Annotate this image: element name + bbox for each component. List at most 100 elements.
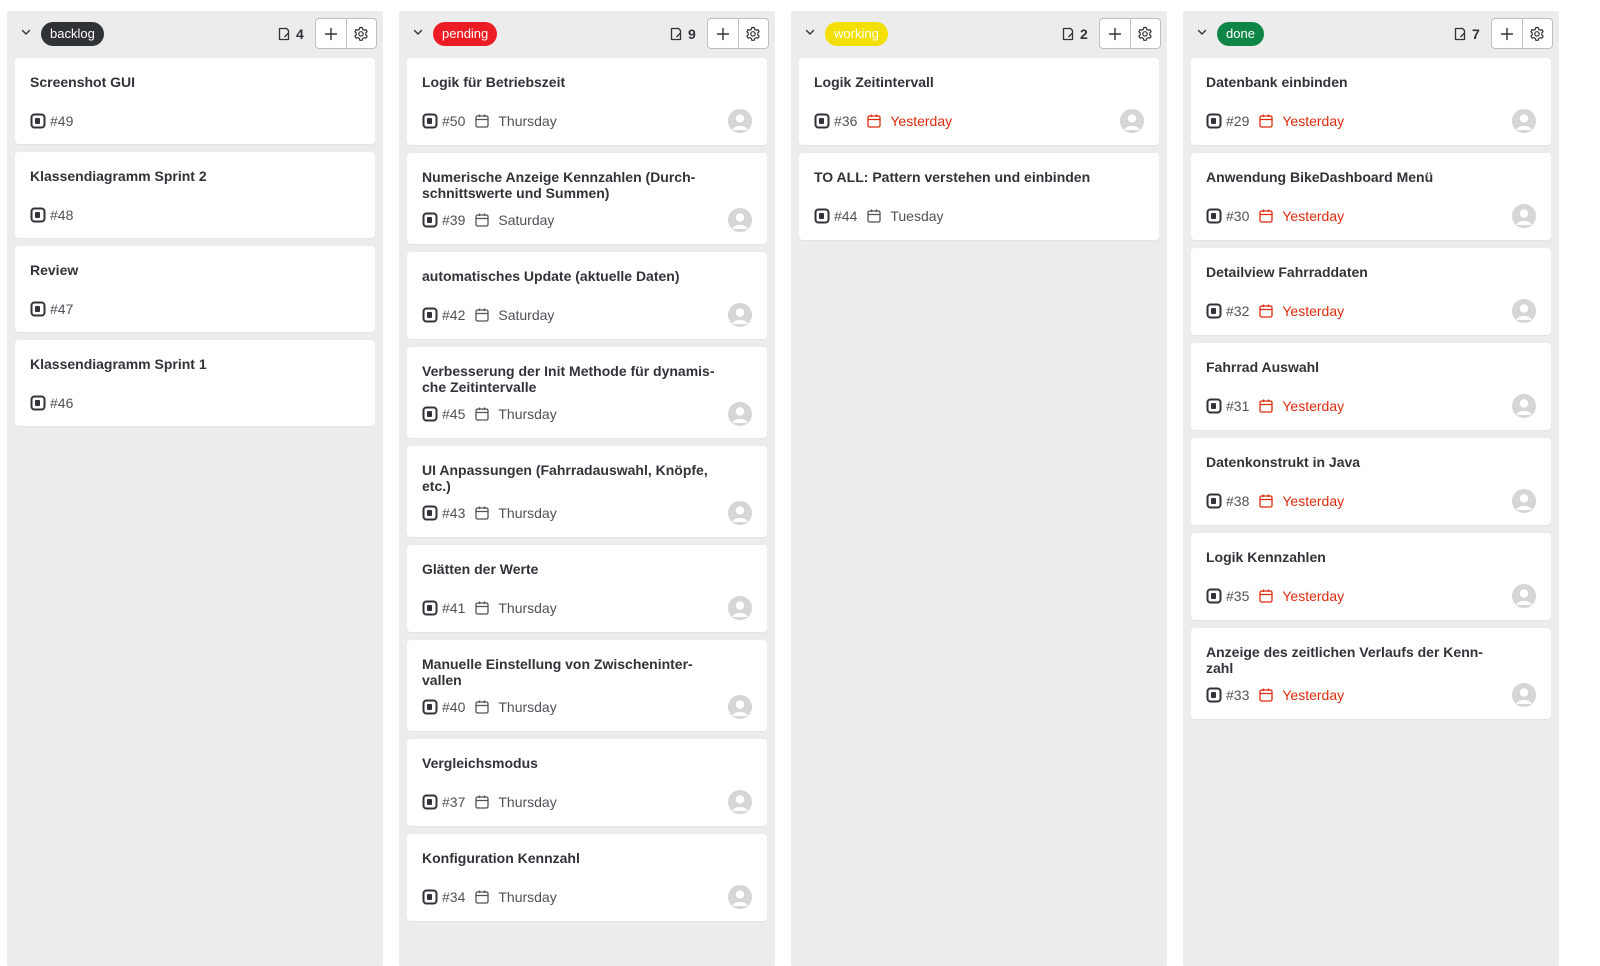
issue-type-icon (422, 699, 438, 715)
avatar[interactable] (728, 596, 752, 620)
chevron-down-icon[interactable] (412, 26, 424, 38)
due-date[interactable]: Yesterday (1282, 687, 1344, 703)
avatar[interactable] (728, 695, 752, 719)
issue-card-title[interactable]: Anwendung BikeDashboard Menü (1206, 169, 1506, 185)
avatar[interactable] (1512, 584, 1536, 608)
due-date[interactable]: Yesterday (1282, 113, 1344, 129)
issue-card-title[interactable]: Review (30, 262, 330, 278)
due-date[interactable]: Thursday (498, 406, 556, 422)
due-date[interactable]: Yesterday (1282, 588, 1344, 604)
issue-card[interactable]: Anzeige des zeitlichen Verlaufs der Kenn… (1191, 628, 1551, 719)
issue-card-title[interactable]: Anzeige des zeitlichen Verlaufs der Kenn… (1206, 644, 1506, 676)
chevron-down-icon[interactable] (20, 26, 32, 38)
avatar[interactable] (728, 790, 752, 814)
issue-card[interactable]: Logik Zeitintervall #36 Yesterday (799, 58, 1159, 145)
issue-card[interactable]: Glätten der Werte #41 Thursday (407, 545, 767, 632)
issue-card-title[interactable]: Glätten der Werte (422, 561, 722, 577)
chevron-down-icon[interactable] (804, 26, 816, 38)
issue-card[interactable]: Screenshot GUI #49 (15, 58, 375, 144)
issue-card-title[interactable]: Logik Zeitintervall (814, 74, 1114, 90)
avatar[interactable] (728, 303, 752, 327)
issue-card-title[interactable]: Detailview Fahrraddaten (1206, 264, 1506, 280)
avatar[interactable] (1512, 683, 1536, 707)
due-date[interactable]: Thursday (498, 113, 556, 129)
avatar[interactable] (1512, 489, 1536, 513)
issue-card[interactable]: Datenkonstrukt in Java #38 Yesterday (1191, 438, 1551, 525)
avatar[interactable] (728, 501, 752, 525)
due-date[interactable]: Saturday (498, 212, 554, 228)
add-issue-button[interactable] (708, 19, 738, 48)
chevron-down-icon[interactable] (1196, 26, 1208, 38)
issue-card[interactable]: TO ALL: Pattern verstehen und einbinden … (799, 153, 1159, 240)
issue-card-title[interactable]: automatisches Update (aktuelle Daten) (422, 268, 722, 284)
avatar[interactable] (728, 109, 752, 133)
due-date[interactable]: Yesterday (1282, 208, 1344, 224)
issue-card[interactable]: Vergleichsmodus #37 Thursday (407, 739, 767, 826)
issue-card[interactable]: Klassendiagramm Sprint 2 #48 (15, 152, 375, 238)
column-label[interactable]: pending (433, 22, 498, 46)
issue-card-title[interactable]: Numerische Anzeige Kennzahlen (Durch-sch… (422, 169, 722, 201)
issue-card-title[interactable]: Klassendiagramm Sprint 2 (30, 168, 330, 184)
due-date[interactable]: Thursday (498, 699, 556, 715)
issue-card-title[interactable]: TO ALL: Pattern verstehen und einbinden (814, 169, 1114, 185)
issue-card-meta: #43 Thursday (422, 503, 557, 523)
due-date[interactable]: Yesterday (1282, 398, 1344, 414)
issue-card[interactable]: automatisches Update (aktuelle Daten) #4… (407, 252, 767, 339)
column-settings-button[interactable] (1129, 19, 1160, 48)
issue-card-title[interactable]: Datenbank einbinden (1206, 74, 1506, 90)
add-issue-button[interactable] (1100, 19, 1130, 48)
avatar[interactable] (728, 402, 752, 426)
issue-card-title[interactable]: Konfiguration Kennzahl (422, 850, 722, 866)
avatar[interactable] (1512, 204, 1536, 228)
issue-card[interactable]: Datenbank einbinden #29 Yesterday (1191, 58, 1551, 145)
due-date[interactable]: Yesterday (1282, 493, 1344, 509)
column-label[interactable]: done (1217, 22, 1264, 46)
column-label[interactable]: working (825, 22, 888, 46)
issue-card[interactable]: Numerische Anzeige Kennzahlen (Durch-sch… (407, 153, 767, 244)
issue-card-title[interactable]: Fahrrad Auswahl (1206, 359, 1506, 375)
issue-card[interactable]: Anwendung BikeDashboard Menü #30 Yesterd… (1191, 153, 1551, 240)
issue-card[interactable]: Review #47 (15, 246, 375, 332)
issue-card-title[interactable]: Vergleichsmodus (422, 755, 722, 771)
issue-card-title[interactable]: Klassendiagramm Sprint 1 (30, 356, 330, 372)
issue-card-title[interactable]: Logik Kennzahlen (1206, 549, 1506, 565)
issue-card-title[interactable]: Manuelle Einstellung von Zwischeninter-v… (422, 656, 722, 688)
issue-card[interactable]: UI Anpassungen (Fahrradauswahl, Knöpfe, … (407, 446, 767, 537)
column-settings-button[interactable] (1521, 19, 1552, 48)
issue-card[interactable]: Detailview Fahrraddaten #32 Yesterday (1191, 248, 1551, 335)
issue-card[interactable]: Manuelle Einstellung von Zwischeninter-v… (407, 640, 767, 731)
add-issue-button[interactable] (1492, 19, 1522, 48)
issue-type-icon (422, 889, 438, 905)
issue-card[interactable]: Logik für Betriebszeit #50 Thursday (407, 58, 767, 145)
issue-card[interactable]: Fahrrad Auswahl #31 Yesterday (1191, 343, 1551, 430)
column-header: pending 9 (399, 11, 775, 57)
avatar[interactable] (728, 885, 752, 909)
column-settings-button[interactable] (345, 19, 376, 48)
due-date[interactable]: Thursday (498, 794, 556, 810)
avatar[interactable] (1512, 299, 1536, 323)
avatar[interactable] (1512, 109, 1536, 133)
issue-card-title[interactable]: Screenshot GUI (30, 74, 330, 90)
avatar[interactable] (1120, 109, 1144, 133)
issue-card-title[interactable]: Datenkonstrukt in Java (1206, 454, 1506, 470)
due-date[interactable]: Thursday (498, 505, 556, 521)
avatar[interactable] (728, 208, 752, 232)
due-date[interactable]: Thursday (498, 889, 556, 905)
issue-card[interactable]: Logik Kennzahlen #35 Yesterday (1191, 533, 1551, 620)
issue-card-title[interactable]: Logik für Betriebszeit (422, 74, 722, 90)
avatar[interactable] (1512, 394, 1536, 418)
issue-card-title[interactable]: Verbesserung der Init Methode für dynami… (422, 363, 722, 395)
issue-card[interactable]: Konfiguration Kennzahl #34 Thursday (407, 834, 767, 921)
due-date[interactable]: Tuesday (890, 208, 943, 224)
due-date[interactable]: Thursday (498, 600, 556, 616)
issue-number: #44 (834, 208, 858, 224)
column-label[interactable]: backlog (41, 22, 104, 46)
issue-card-title[interactable]: UI Anpassungen (Fahrradauswahl, Knöpfe, … (422, 462, 722, 494)
issue-card[interactable]: Klassendiagramm Sprint 1 #46 (15, 340, 375, 426)
due-date[interactable]: Saturday (498, 307, 554, 323)
issue-card[interactable]: Verbesserung der Init Methode für dynami… (407, 347, 767, 438)
column-settings-button[interactable] (737, 19, 768, 48)
add-issue-button[interactable] (316, 19, 346, 48)
due-date[interactable]: Yesterday (890, 113, 952, 129)
due-date[interactable]: Yesterday (1282, 303, 1344, 319)
